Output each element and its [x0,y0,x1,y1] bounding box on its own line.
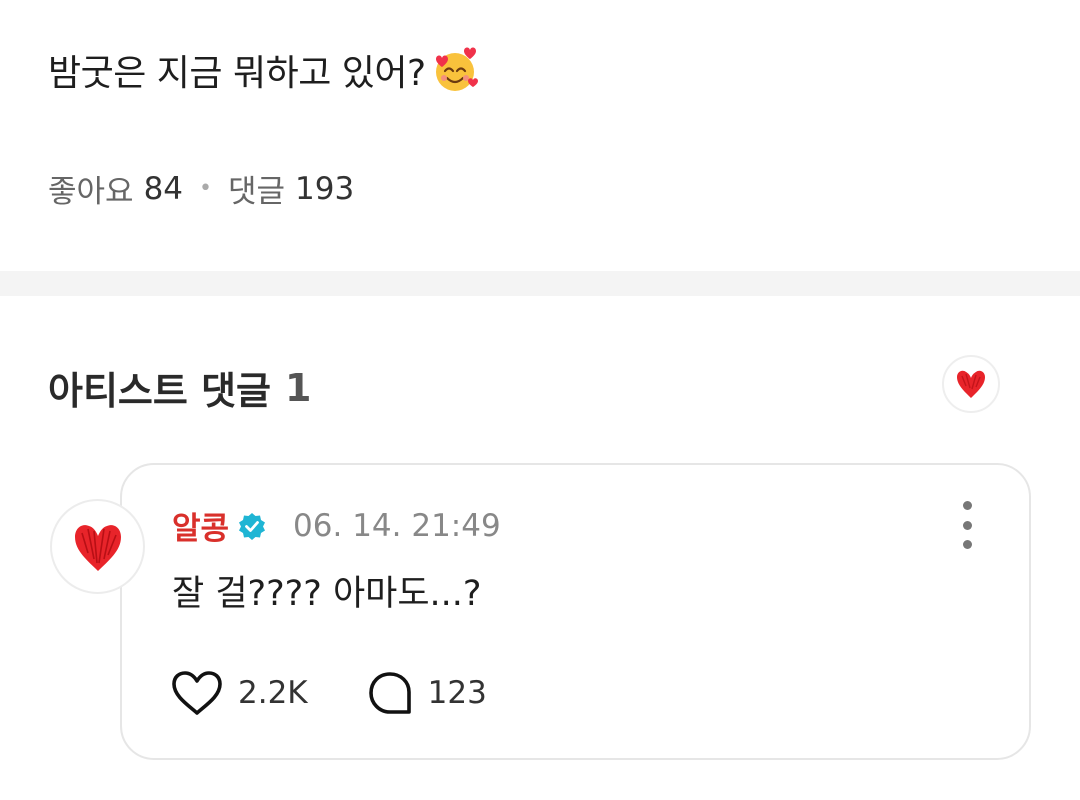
more-dot-icon [962,501,972,510]
speech-bubble-icon [368,672,411,714]
red-heart-icon [957,370,985,398]
comment-timestamp: 06. 14. 21:49 [293,507,501,544]
artist-comments-title: 아티스트 댓글 [48,369,271,413]
section-divider [0,271,1080,296]
artist-comment-card: 알콩 06. 14. 21:49 잘 걸???? 아마도...? 2.2K 12… [120,463,1031,760]
smiling-face-with-hearts-icon [435,47,478,91]
post-title-text: 밤굿은 지금 뭐하고 있어? [48,53,426,94]
heart-outline-icon [172,671,222,715]
post-stats: 좋아요 84 • 댓글 193 [48,166,354,211]
likes-count: 84 [143,170,184,207]
more-options-button[interactable] [957,501,977,549]
post-title: 밤굿은 지금 뭐하고 있어? [48,44,480,96]
more-dot-icon [962,540,972,549]
artist-heart-button[interactable] [942,355,1000,413]
likes-label: 좋아요 [48,174,134,210]
red-heart-avatar-icon [74,524,121,571]
separator-dot: • [199,176,212,201]
artist-avatar[interactable] [50,499,145,594]
like-button[interactable]: 2.2K [170,669,308,717]
reply-button[interactable]: 123 [366,669,487,717]
comment-header: 알콩 06. 14. 21:49 [172,503,501,548]
verified-badge-icon [239,512,266,540]
comments-label: 댓글 [228,174,286,210]
artist-comments-heading: 아티스트 댓글 1 [48,360,311,415]
reply-count: 123 [427,675,487,711]
like-count: 2.2K [238,675,308,711]
artist-comments-count: 1 [285,365,312,410]
comments-count: 193 [295,170,355,207]
comment-actions: 2.2K 123 [170,669,487,717]
comment-text: 잘 걸???? 아마도...? [172,574,482,614]
comment-author[interactable]: 알콩 [172,503,229,548]
more-dot-icon [962,520,972,530]
